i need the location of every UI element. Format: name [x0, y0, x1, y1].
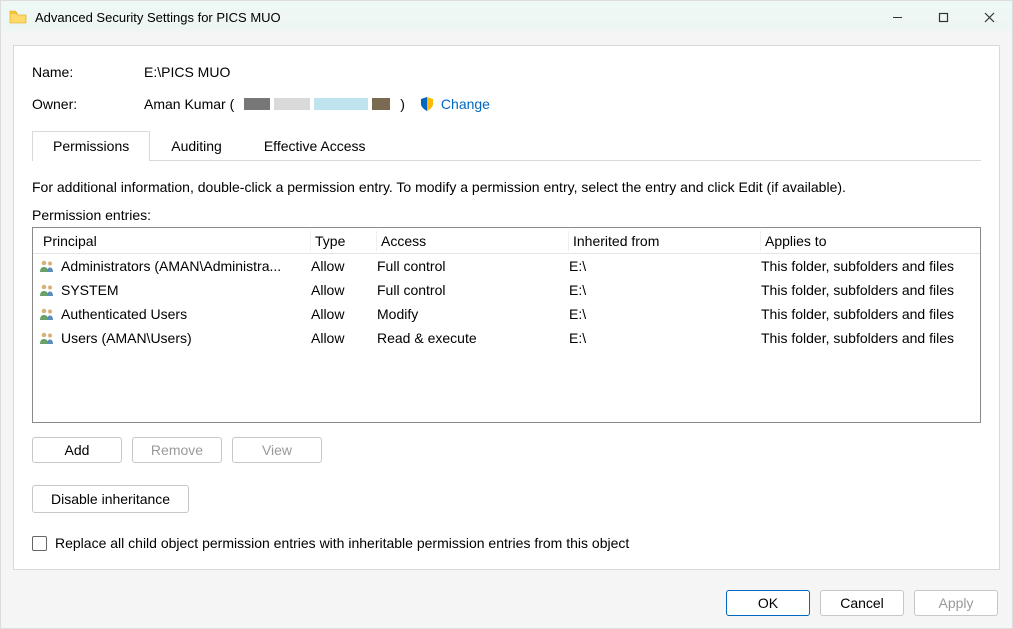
- info-text: For additional information, double-click…: [32, 179, 981, 195]
- cell-applies: This folder, subfolders and files: [761, 282, 974, 298]
- apply-button[interactable]: Apply: [914, 590, 998, 616]
- tab-auditing[interactable]: Auditing: [150, 131, 243, 161]
- tab-effective-access[interactable]: Effective Access: [243, 131, 387, 161]
- disable-inheritance-button[interactable]: Disable inheritance: [32, 485, 189, 513]
- cell-applies: This folder, subfolders and files: [761, 330, 974, 346]
- cell-inherited: E:\: [569, 282, 761, 298]
- inheritance-buttons: Disable inheritance: [32, 485, 981, 513]
- cell-applies: This folder, subfolders and files: [761, 258, 974, 274]
- cell-type: Allow: [311, 330, 377, 346]
- cell-access: Full control: [377, 258, 569, 274]
- cell-access: Modify: [377, 306, 569, 322]
- cell-inherited: E:\: [569, 330, 761, 346]
- cell-inherited: E:\: [569, 258, 761, 274]
- close-button[interactable]: [966, 1, 1012, 33]
- owner-name-prefix: Aman Kumar (: [144, 96, 234, 112]
- cell-principal: SYSTEM: [61, 282, 119, 298]
- table-row[interactable]: Administrators (AMAN\Administra... AllowF…: [33, 254, 980, 278]
- cell-principal: Authenticated Users: [61, 306, 187, 322]
- entries-label: Permission entries:: [32, 207, 981, 223]
- titlebar: Advanced Security Settings for PICS MUO: [1, 1, 1012, 33]
- replace-checkbox[interactable]: [32, 536, 47, 551]
- cell-type: Allow: [311, 282, 377, 298]
- add-button[interactable]: Add: [32, 437, 122, 463]
- name-label: Name:: [32, 64, 144, 80]
- view-button[interactable]: View: [232, 437, 322, 463]
- col-type[interactable]: Type: [311, 231, 377, 251]
- name-row: Name: E:\PICS MUO: [32, 64, 981, 80]
- cancel-button[interactable]: Cancel: [820, 590, 904, 616]
- col-principal[interactable]: Principal: [39, 231, 311, 251]
- owner-row: Owner: Aman Kumar ( ) Change: [32, 96, 981, 112]
- minimize-button[interactable]: [874, 1, 920, 33]
- cell-principal: Administrators (AMAN\Administra...: [61, 258, 281, 274]
- ok-button[interactable]: OK: [726, 590, 810, 616]
- owner-label: Owner:: [32, 96, 144, 112]
- col-applies[interactable]: Applies to: [761, 231, 974, 251]
- window-title: Advanced Security Settings for PICS MUO: [35, 10, 281, 25]
- permissions-table: Principal Type Access Inherited from App…: [32, 227, 981, 423]
- maximize-button[interactable]: [920, 1, 966, 33]
- tab-permissions[interactable]: Permissions: [32, 131, 150, 161]
- window-controls: [874, 1, 1012, 33]
- owner-name-suffix: ): [400, 96, 405, 112]
- users-icon: [39, 331, 55, 345]
- table-row[interactable]: Users (AMAN\Users) AllowRead & executeE:\…: [33, 326, 980, 350]
- cell-applies: This folder, subfolders and files: [761, 306, 974, 322]
- users-icon: [39, 307, 55, 321]
- owner-value: Aman Kumar ( ) Change: [144, 96, 490, 112]
- tab-strip: Permissions Auditing Effective Access: [32, 130, 981, 161]
- owner-redacted: [244, 98, 390, 110]
- shield-icon: [419, 96, 435, 112]
- cell-inherited: E:\: [569, 306, 761, 322]
- remove-button[interactable]: Remove: [132, 437, 222, 463]
- users-icon: [39, 283, 55, 297]
- col-access[interactable]: Access: [377, 231, 569, 251]
- name-value: E:\PICS MUO: [144, 64, 230, 80]
- col-inherited[interactable]: Inherited from: [569, 231, 761, 251]
- cell-principal: Users (AMAN\Users): [61, 330, 192, 346]
- replace-checkbox-row: Replace all child object permission entr…: [32, 535, 981, 551]
- cell-access: Full control: [377, 282, 569, 298]
- dialog-footer: OK Cancel Apply: [1, 582, 1012, 628]
- change-owner-link[interactable]: Change: [441, 96, 490, 112]
- window-frame: Advanced Security Settings for PICS MUO …: [0, 0, 1013, 629]
- folder-icon: [9, 10, 27, 24]
- table-row[interactable]: Authenticated Users AllowModifyE:\This fo…: [33, 302, 980, 326]
- cell-type: Allow: [311, 306, 377, 322]
- cell-type: Allow: [311, 258, 377, 274]
- entry-buttons: Add Remove View: [32, 437, 981, 463]
- replace-checkbox-label: Replace all child object permission entr…: [55, 535, 629, 551]
- table-row[interactable]: SYSTEM AllowFull controlE:\This folder, s…: [33, 278, 980, 302]
- users-icon: [39, 259, 55, 273]
- main-panel: Name: E:\PICS MUO Owner: Aman Kumar ( ) …: [13, 45, 1000, 570]
- table-header: Principal Type Access Inherited from App…: [33, 228, 980, 254]
- cell-access: Read & execute: [377, 330, 569, 346]
